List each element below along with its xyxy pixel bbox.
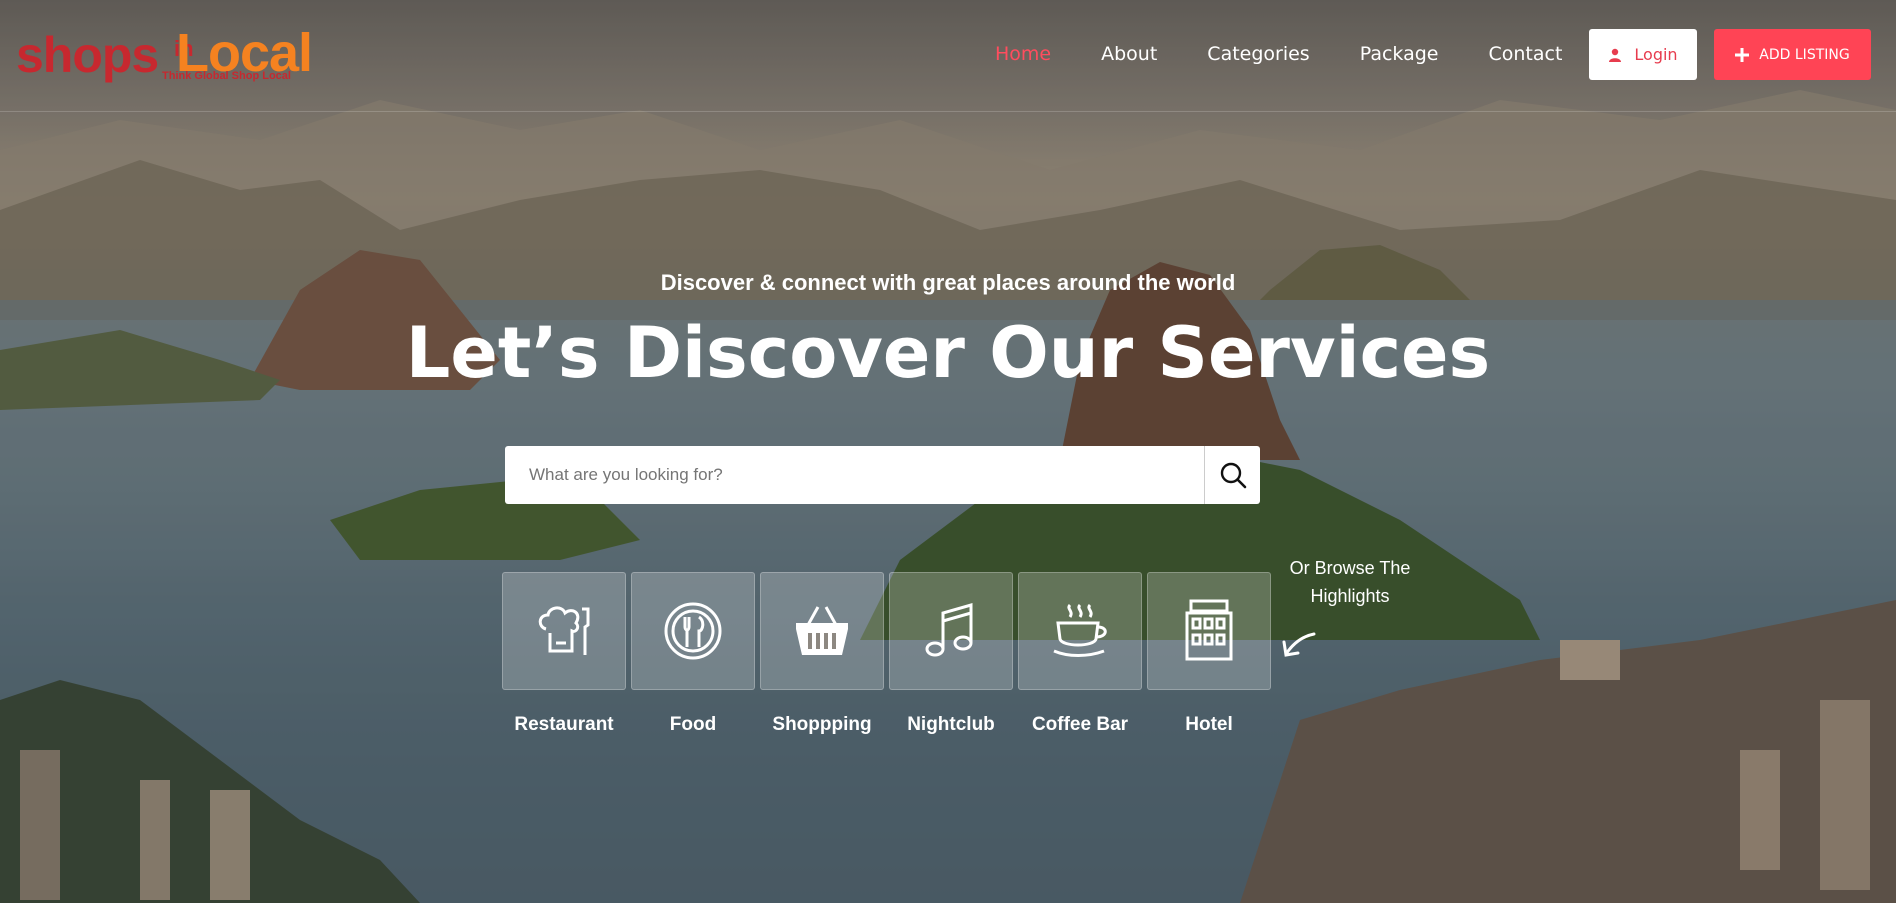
category-tile[interactable] (1147, 572, 1271, 690)
browse-line-1: Or Browse The (1289, 558, 1411, 578)
nav-about[interactable]: About (1101, 43, 1157, 65)
add-listing-label: ADD LISTING (1759, 46, 1850, 63)
user-icon (1609, 48, 1622, 62)
category-shopping[interactable]: Shoppping (760, 572, 884, 736)
hotel-icon (1185, 599, 1233, 661)
category-coffee-bar[interactable]: Coffee Bar (1018, 572, 1142, 736)
plus-icon (1735, 47, 1750, 62)
curved-arrow-icon (1282, 632, 1316, 657)
hero-subtitle: Discover & connect with great places aro… (660, 270, 1236, 295)
site-logo[interactable]: shops in Local Think Global Shop Local (16, 23, 313, 88)
search-button[interactable] (1204, 446, 1260, 504)
nav-categories[interactable]: Categories (1207, 43, 1309, 65)
site-header: shops in Local Think Global Shop Local H… (0, 0, 1896, 112)
nav-home[interactable]: Home (995, 43, 1051, 65)
plate-cutlery-icon (664, 602, 722, 660)
coffee-cup-icon (1053, 603, 1107, 657)
category-label: Hotel (1185, 714, 1233, 735)
main-nav: Home About Categories Package Contact (995, 28, 1612, 80)
category-tile[interactable] (631, 572, 755, 690)
hero-title: Let’s Discover Our Services (405, 312, 1491, 394)
category-list: Restaurant Food Shoppping Nightclub Coff… (502, 572, 1271, 736)
category-label: Nightclub (907, 714, 995, 735)
search-bar (505, 446, 1260, 504)
basket-icon (796, 606, 848, 655)
category-tile[interactable] (889, 572, 1013, 690)
category-label: Coffee Bar (1031, 714, 1129, 735)
category-food[interactable]: Food (631, 572, 755, 736)
category-tile[interactable] (1018, 572, 1142, 690)
category-tile[interactable] (760, 572, 884, 690)
search-input[interactable] (505, 446, 1204, 504)
browse-highlights-text: Or Browse The Highlights (1280, 554, 1420, 610)
music-note-icon (925, 603, 973, 657)
category-restaurant[interactable]: Restaurant (502, 572, 626, 736)
category-label: Restaurant (514, 714, 614, 735)
browse-line-2: Highlights (1310, 586, 1390, 606)
category-label: Shoppping (772, 714, 872, 735)
category-tile[interactable] (502, 572, 626, 690)
search-icon (1220, 462, 1246, 489)
logo-tagline: Think Global Shop Local (162, 70, 291, 82)
category-label: Food (669, 714, 717, 735)
login-label: Login (1634, 45, 1678, 64)
add-listing-button[interactable]: ADD LISTING (1714, 29, 1871, 80)
category-hotel[interactable]: Hotel (1147, 572, 1271, 736)
category-nightclub[interactable]: Nightclub (889, 572, 1013, 736)
logo-text-shops: shops (16, 27, 159, 83)
nav-contact[interactable]: Contact (1488, 43, 1562, 65)
chef-icon (538, 606, 590, 655)
login-button[interactable]: Login (1589, 29, 1697, 80)
nav-package[interactable]: Package (1360, 43, 1439, 65)
